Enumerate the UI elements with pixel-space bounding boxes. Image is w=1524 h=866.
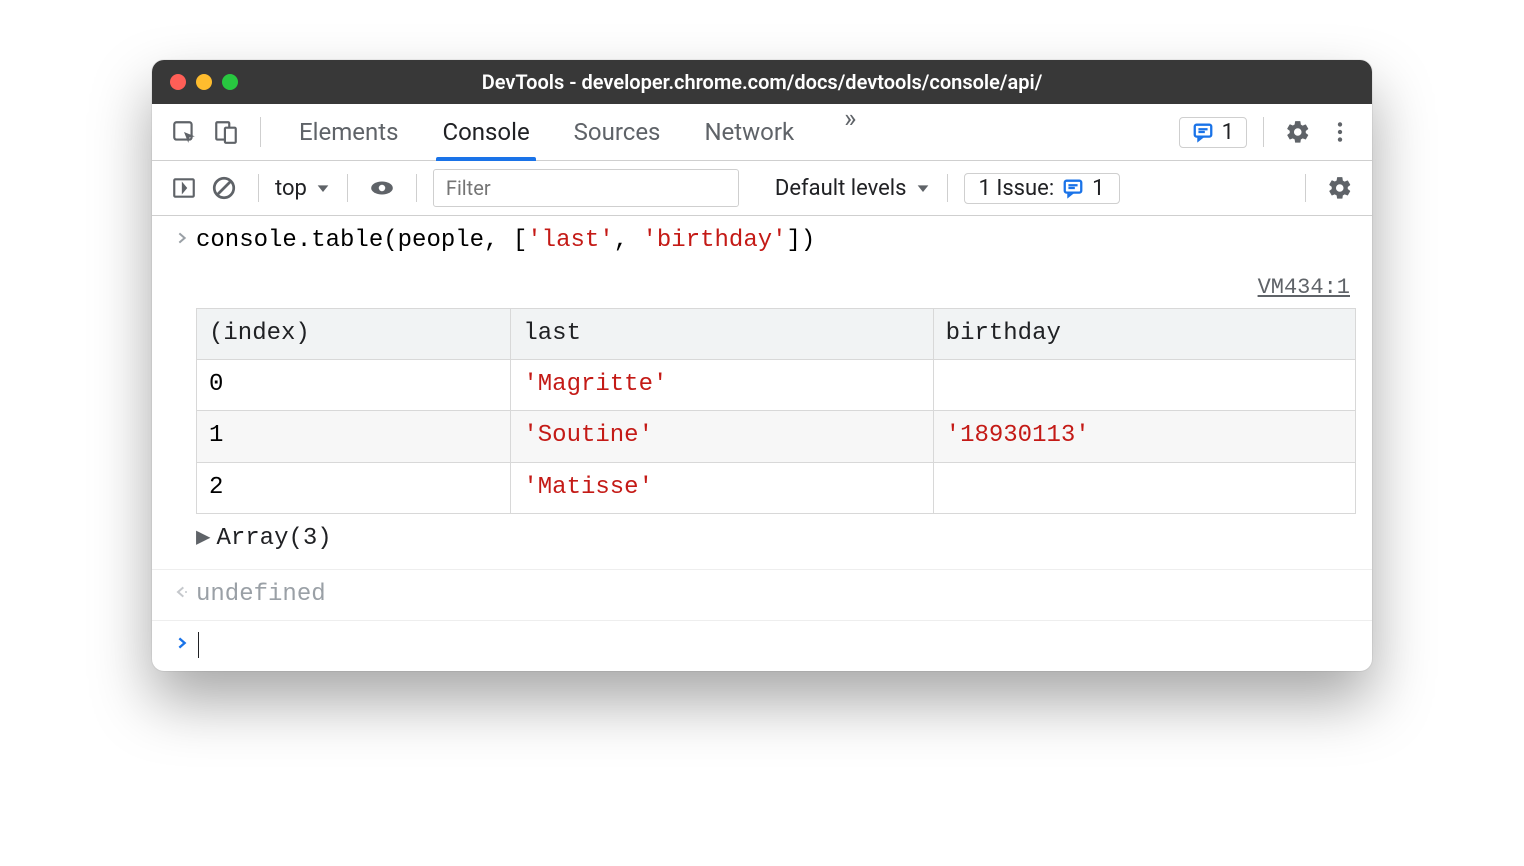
separator — [947, 174, 948, 202]
table-header-row: (index) last birthday — [197, 308, 1356, 359]
input-marker-icon — [168, 222, 196, 246]
message-icon — [1192, 121, 1214, 143]
separator — [416, 174, 417, 202]
issues-badge[interactable]: 1 Issue: 1 — [964, 173, 1120, 204]
settings-icon[interactable] — [1280, 114, 1316, 150]
context-selector[interactable]: top — [275, 176, 331, 201]
separator — [1263, 117, 1264, 147]
tab-network[interactable]: Network — [702, 104, 796, 160]
prompt-input[interactable] — [196, 627, 1356, 665]
context-label: top — [275, 176, 307, 201]
tab-label: Network — [704, 118, 794, 146]
col-birthday[interactable]: birthday — [933, 308, 1355, 359]
issues-count: 1 — [1092, 176, 1104, 201]
clear-console-icon[interactable] — [206, 170, 242, 206]
minimize-window-button[interactable] — [196, 74, 212, 90]
table-row: 2 'Matisse' — [197, 462, 1356, 513]
cell-last: 'Magritte' — [511, 359, 933, 410]
separator — [1305, 174, 1306, 202]
cell-birthday — [933, 462, 1355, 513]
console-prompt[interactable] — [152, 621, 1372, 671]
array-summary-text: Array(3) — [216, 520, 331, 558]
chevron-down-icon — [315, 180, 331, 196]
return-value: undefined — [196, 576, 1356, 614]
console-settings-icon[interactable] — [1322, 170, 1358, 206]
titlebar: DevTools - developer.chrome.com/docs/dev… — [152, 60, 1372, 104]
col-index[interactable]: (index) — [197, 308, 511, 359]
zoom-window-button[interactable] — [222, 74, 238, 90]
return-marker-icon — [168, 576, 196, 600]
console-input-echo: console.table(people, ['last', 'birthday… — [152, 216, 1372, 266]
cell-last: 'Matisse' — [511, 462, 933, 513]
separator — [258, 174, 259, 202]
cell-index: 2 — [197, 462, 511, 513]
console-body: console.table(people, ['last', 'birthday… — [152, 216, 1372, 671]
tab-console[interactable]: Console — [440, 104, 531, 160]
prompt-marker-icon — [168, 627, 196, 651]
filter-input[interactable] — [433, 169, 739, 207]
tabs-overflow-button[interactable]: » — [836, 104, 864, 160]
tab-label: Elements — [299, 118, 398, 146]
console-return-row: undefined — [152, 570, 1372, 621]
col-last[interactable]: last — [511, 308, 933, 359]
cell-birthday — [933, 359, 1355, 410]
cell-index: 0 — [197, 359, 511, 410]
source-link[interactable]: VM434:1 — [196, 270, 1356, 305]
separator — [347, 174, 348, 202]
tab-elements[interactable]: Elements — [297, 104, 400, 160]
devtools-window: DevTools - developer.chrome.com/docs/dev… — [152, 60, 1372, 671]
toggle-sidebar-icon[interactable] — [166, 170, 202, 206]
command-text: console.table(people, ['last', 'birthday… — [196, 222, 1356, 260]
issues-label: 1 Issue: — [979, 176, 1055, 201]
console-toolbar: top Default levels 1 Issue: 1 — [152, 161, 1372, 216]
window-controls — [152, 74, 238, 90]
table-row: 0 'Magritte' — [197, 359, 1356, 410]
inspect-element-icon[interactable] — [166, 114, 202, 150]
tab-label: Console — [442, 118, 529, 146]
close-window-button[interactable] — [170, 74, 186, 90]
log-levels-selector[interactable]: Default levels — [775, 176, 931, 201]
cell-last: 'Soutine' — [511, 411, 933, 462]
cell-index: 1 — [197, 411, 511, 462]
expand-triangle-icon: ▶ — [196, 520, 210, 558]
console-table: (index) last birthday 0 'Magritte' 1 'So… — [196, 308, 1356, 515]
device-toolbar-icon[interactable] — [208, 114, 244, 150]
messages-count: 1 — [1222, 120, 1234, 145]
more-menu-icon[interactable] — [1322, 114, 1358, 150]
live-expression-icon[interactable] — [364, 170, 400, 206]
panel-tabs: Elements Console Sources Network » — [297, 104, 864, 160]
separator — [260, 117, 261, 147]
log-levels-label: Default levels — [775, 176, 907, 201]
tab-sources[interactable]: Sources — [572, 104, 663, 160]
console-output: VM434:1 (index) last birthday 0 'Magritt… — [152, 266, 1372, 569]
window-title: DevTools - developer.chrome.com/docs/dev… — [152, 70, 1372, 94]
messages-badge[interactable]: 1 — [1179, 117, 1247, 148]
tab-label: Sources — [574, 118, 661, 146]
text-caret — [198, 632, 199, 658]
chevron-down-icon — [915, 180, 931, 196]
array-summary[interactable]: ▶ Array(3) — [196, 520, 1356, 558]
message-icon — [1062, 177, 1084, 199]
cell-birthday: '18930113' — [933, 411, 1355, 462]
table-row: 1 'Soutine' '18930113' — [197, 411, 1356, 462]
tabs-row: Elements Console Sources Network » 1 — [152, 104, 1372, 161]
